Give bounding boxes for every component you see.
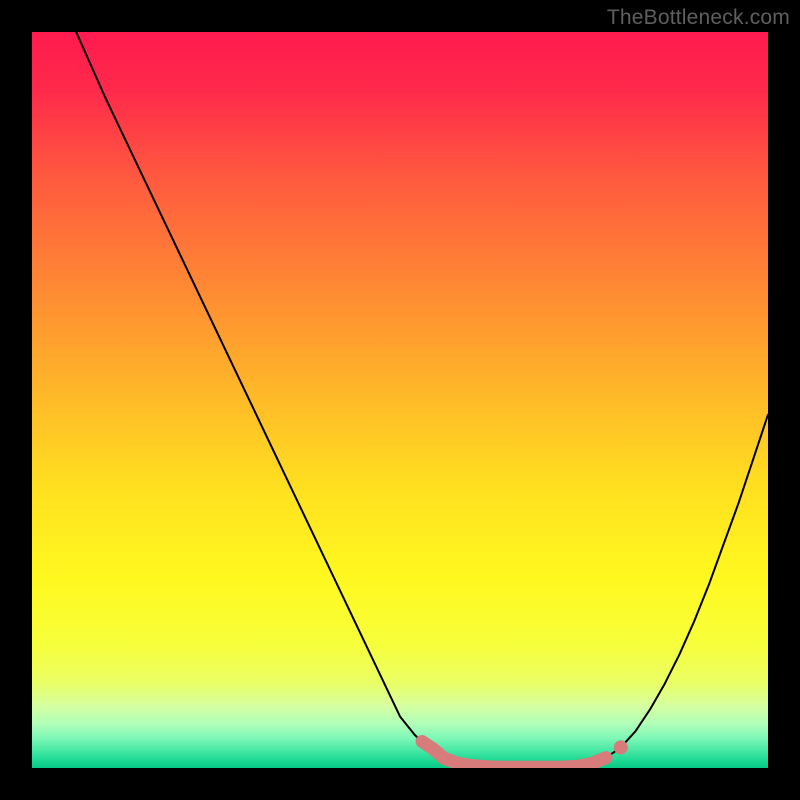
watermark-label: TheBottleneck.com — [607, 6, 790, 30]
bottom-marker-band — [422, 742, 606, 768]
curve-layer — [32, 32, 768, 768]
chart-container: TheBottleneck.com — [0, 0, 800, 800]
bottleneck-curve — [76, 32, 768, 767]
plot-area — [32, 32, 768, 768]
marker-dot — [614, 740, 628, 754]
